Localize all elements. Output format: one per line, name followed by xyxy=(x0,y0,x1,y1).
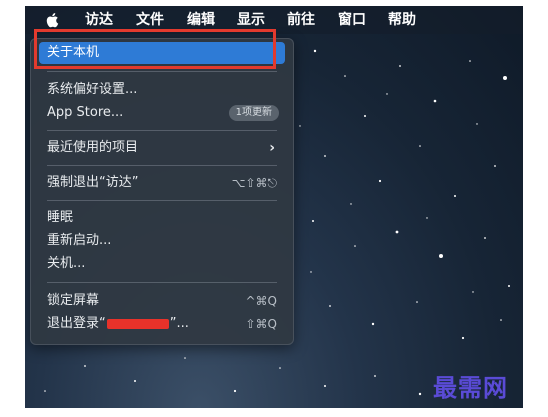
log-out-suffix: ”... xyxy=(169,316,189,331)
force-quit-shortcut: ⌥⇧⌘⎋ xyxy=(231,176,277,190)
menu-item-system-preferences[interactable]: 系统偏好设置... xyxy=(39,79,285,101)
menu-item-log-out[interactable]: 退出登录“ ”... ⇧⌘Q xyxy=(39,313,285,335)
menu-item-recent-items[interactable]: 最近使用的项目 › xyxy=(39,137,285,159)
log-out-label: 退出登录“ ”... xyxy=(47,313,189,335)
menu-edit[interactable]: 编辑 xyxy=(187,12,215,28)
desktop-screenshot: 访达 文件 编辑 显示 前往 窗口 帮助 关于本机 系统偏好设置... App … xyxy=(25,6,523,408)
system-preferences-label: 系统偏好设置... xyxy=(47,82,138,97)
annotation-highlight-box xyxy=(34,29,276,69)
update-count-badge: 1项更新 xyxy=(228,105,279,121)
menu-item-shut-down[interactable]: 关机... xyxy=(39,253,285,275)
menu-finder[interactable]: 访达 xyxy=(85,12,113,28)
chevron-right-icon: › xyxy=(269,140,275,156)
recent-items-label: 最近使用的项目 xyxy=(47,140,139,155)
menu-item-app-store[interactable]: App Store... 1项更新 xyxy=(39,102,285,124)
menu-separator xyxy=(47,71,277,72)
menu-separator xyxy=(47,200,277,201)
sleep-label: 睡眠 xyxy=(47,210,74,225)
app-store-label: App Store... xyxy=(47,105,124,120)
lock-screen-label: 锁定屏幕 xyxy=(47,293,100,308)
menu-item-sleep[interactable]: 睡眠 xyxy=(39,207,285,229)
menu-item-restart[interactable]: 重新启动... xyxy=(39,230,285,252)
menu-help[interactable]: 帮助 xyxy=(388,12,416,28)
log-out-shortcut: ⇧⌘Q xyxy=(245,317,278,331)
menu-item-force-quit[interactable]: 强制退出“访达” ⌥⇧⌘⎋ xyxy=(39,172,285,194)
menu-file[interactable]: 文件 xyxy=(136,12,164,28)
menu-window[interactable]: 窗口 xyxy=(338,12,366,28)
menu-item-lock-screen[interactable]: 锁定屏幕 ^⌘Q xyxy=(39,290,285,312)
shut-down-label: 关机... xyxy=(47,256,86,271)
force-quit-label: 强制退出“访达” xyxy=(47,175,139,190)
lock-screen-shortcut: ^⌘Q xyxy=(245,294,278,308)
menu-separator xyxy=(47,130,277,131)
apple-logo-icon[interactable] xyxy=(45,11,61,29)
apple-menu-dropdown: 关于本机 系统偏好设置... App Store... 1项更新 最近使用的项目… xyxy=(30,38,294,345)
redacted-username xyxy=(106,318,169,329)
log-out-prefix: 退出登录“ xyxy=(47,316,106,331)
menu-view[interactable]: 显示 xyxy=(237,12,265,28)
menu-go[interactable]: 前往 xyxy=(287,12,315,28)
restart-label: 重新启动... xyxy=(47,233,112,248)
menu-separator xyxy=(47,282,277,283)
watermark-text: 最需网 xyxy=(433,373,508,402)
menu-separator xyxy=(47,165,277,166)
